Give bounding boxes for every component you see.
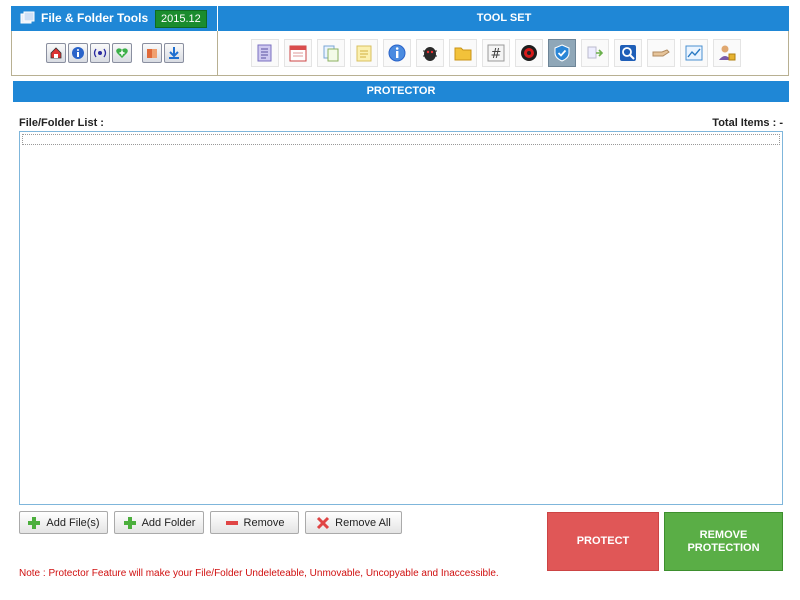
section-header: PROTECTOR xyxy=(13,81,789,102)
remove-all-label: Remove All xyxy=(335,516,391,529)
tool-icon-panel: # xyxy=(217,31,789,76)
protector-note: Note : Protector Feature will make your … xyxy=(19,568,499,579)
shield-icon xyxy=(554,44,570,62)
info-icon xyxy=(72,47,84,59)
search-icon xyxy=(620,45,636,61)
remove-protection-line2: PROTECTION xyxy=(687,541,760,554)
app-logo-icon xyxy=(20,11,35,24)
extensions-button[interactable] xyxy=(142,43,162,63)
info-circle-icon xyxy=(388,44,406,62)
tool-hand[interactable] xyxy=(647,39,675,67)
notepad-icon xyxy=(356,45,372,62)
document-list-icon xyxy=(257,44,272,62)
version-badge: 2015.12 xyxy=(155,10,207,28)
tool-notepad[interactable] xyxy=(350,39,378,67)
home-button[interactable] xyxy=(46,43,66,63)
tool-chart-image[interactable] xyxy=(680,39,708,67)
tool-folder[interactable] xyxy=(449,39,477,67)
remove-button[interactable]: Remove xyxy=(210,511,299,534)
chart-image-icon xyxy=(685,45,703,61)
remove-protection-line1: REMOVE xyxy=(699,528,748,541)
bug-icon xyxy=(423,47,437,61)
download-button[interactable] xyxy=(164,43,184,63)
app-title: File & Folder Tools xyxy=(41,11,149,25)
copy-files-icon xyxy=(323,45,339,62)
tool-bug[interactable] xyxy=(416,39,444,67)
add-folder-button[interactable]: Add Folder xyxy=(114,511,204,534)
close-icon xyxy=(317,516,330,529)
add-folder-label: Add Folder xyxy=(141,516,196,529)
remove-all-button[interactable]: Remove All xyxy=(305,511,402,534)
protect-label: PROTECT xyxy=(576,535,630,547)
plus-icon xyxy=(123,516,136,529)
remove-protection-label: REMOVE PROTECTION xyxy=(687,529,759,555)
remove-protection-button[interactable]: REMOVE PROTECTION xyxy=(664,512,783,571)
app-title-bar: File & Folder Tools 2015.12 xyxy=(11,6,217,31)
heart-plus-icon xyxy=(116,48,128,58)
hash-icon: # xyxy=(487,44,505,62)
folder-icon xyxy=(454,47,472,61)
toolset-label: TOOL SET xyxy=(476,12,532,24)
broadcast-button[interactable] xyxy=(90,43,110,63)
left-icon-panel xyxy=(11,31,217,76)
tool-file-move[interactable] xyxy=(581,39,609,67)
minus-icon xyxy=(225,520,238,525)
broadcast-icon xyxy=(93,48,107,58)
file-list-label: File/Folder List : xyxy=(19,117,104,129)
remove-label: Remove xyxy=(243,516,285,529)
file-move-icon xyxy=(587,46,604,59)
home-icon xyxy=(50,47,62,59)
virus-icon xyxy=(521,45,537,61)
protect-button[interactable]: PROTECT xyxy=(547,512,659,571)
calendar-icon xyxy=(289,45,307,62)
plus-icon xyxy=(28,516,41,529)
tool-copy-files[interactable] xyxy=(317,39,345,67)
list-item[interactable] xyxy=(22,134,780,145)
tool-protector[interactable] xyxy=(548,39,576,67)
total-items-label: Total Items : - xyxy=(712,117,783,129)
tool-search[interactable] xyxy=(614,39,642,67)
info-button[interactable] xyxy=(68,43,88,63)
tool-document-list[interactable] xyxy=(251,39,279,67)
tool-info[interactable] xyxy=(383,39,411,67)
download-icon xyxy=(169,47,179,59)
add-files-label: Add File(s) xyxy=(46,516,100,529)
file-folder-list[interactable] xyxy=(19,131,783,505)
tool-virus[interactable] xyxy=(515,39,543,67)
tool-user-lock[interactable] xyxy=(713,39,741,67)
puzzle-icon xyxy=(147,49,157,58)
support-button[interactable] xyxy=(112,43,132,63)
toolset-header: TOOL SET xyxy=(217,6,789,31)
svg-text:#: # xyxy=(491,47,502,62)
hand-icon xyxy=(652,49,670,57)
tool-calendar[interactable] xyxy=(284,39,312,67)
add-files-button[interactable]: Add File(s) xyxy=(19,511,108,534)
tool-hash[interactable]: # xyxy=(482,39,510,67)
user-lock-icon xyxy=(719,45,736,61)
